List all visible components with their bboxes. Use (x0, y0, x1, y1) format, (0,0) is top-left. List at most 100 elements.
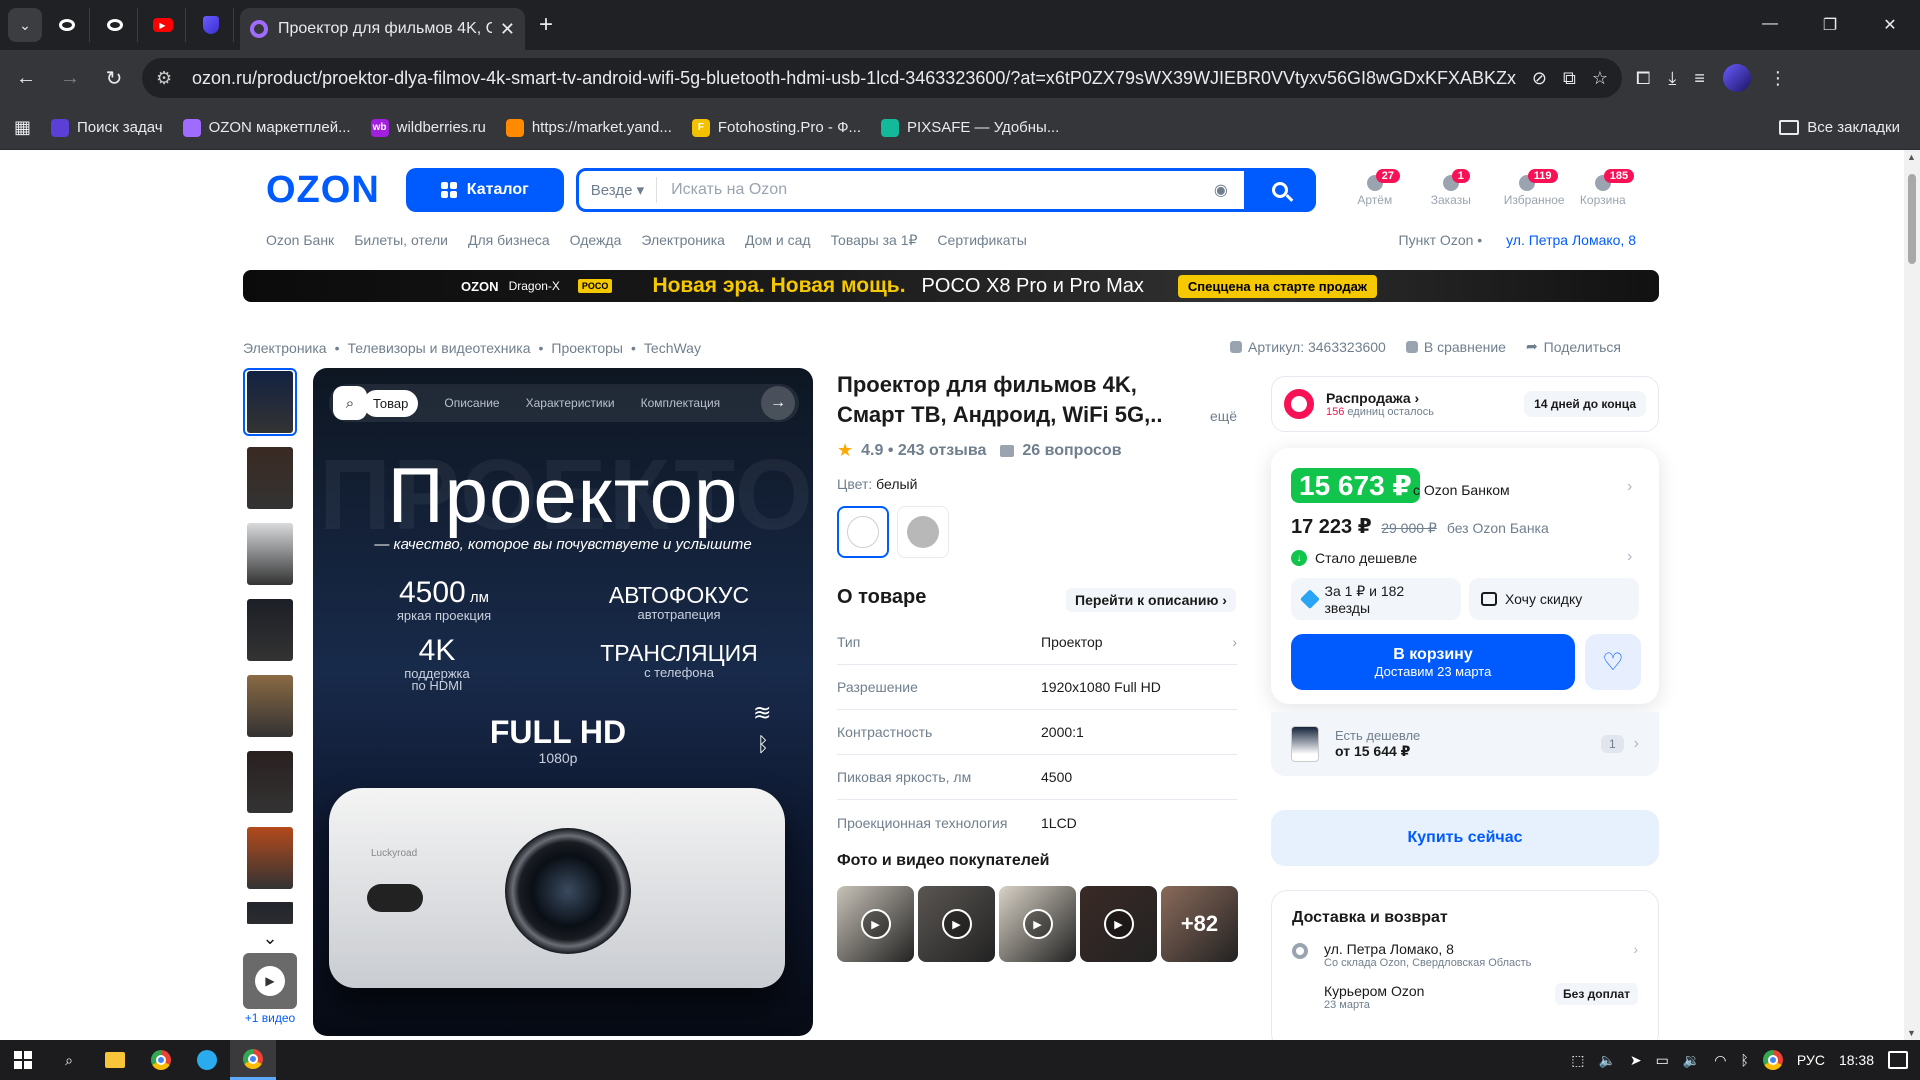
breadcrumb-item[interactable]: Проекторы (551, 340, 623, 356)
subnav-item[interactable]: Товары за 1₽ (831, 232, 918, 249)
next-arrow-icon[interactable]: → (761, 386, 795, 420)
image-tab[interactable]: Описание (444, 396, 499, 410)
subnav-item[interactable]: Для бизнеса (468, 232, 550, 248)
chevron-right-icon[interactable]: › (1627, 478, 1632, 496)
video-thumbnail[interactable]: ▶ (243, 953, 297, 1009)
gallery-thumbnail[interactable] (243, 824, 297, 892)
scroll-up-icon[interactable]: ▲ (1907, 152, 1916, 162)
search-input[interactable]: Искать на Ozon (657, 181, 1214, 199)
scroll-thumb[interactable] (1908, 174, 1916, 264)
bookmark-star-icon[interactable]: ☆ (1592, 68, 1608, 89)
page-scrollbar[interactable]: ▲ ▼ (1904, 150, 1920, 1040)
customer-photo[interactable]: ▶ (999, 886, 1076, 962)
downloads-icon[interactable]: ⤓ (1668, 68, 1676, 89)
catalog-button[interactable]: Каталог (405, 168, 564, 212)
stars-offer-chip[interactable]: За 1 ₽ и 182 звезды (1291, 578, 1461, 620)
main-product-image[interactable]: ПРОЕКТОР ⌕ ТоварОписаниеХарактеристикиКо… (313, 368, 813, 1036)
telegram-tray-icon[interactable]: ➤ (1630, 1052, 1642, 1069)
favorite-heart-icon[interactable]: ♡ (1585, 634, 1641, 690)
breadcrumb-item[interactable]: TechWay (644, 340, 701, 356)
header-favorites-button[interactable]: 119 Избранное (1504, 169, 1565, 207)
gallery-thumbnail[interactable] (243, 368, 297, 436)
profile-avatar[interactable] (1722, 64, 1751, 92)
header-profile-button[interactable]: 27 Артём (1352, 169, 1401, 207)
subnav-item[interactable]: Одежда (570, 232, 622, 248)
menu-kebab-icon[interactable]: ⋮ (1769, 68, 1787, 89)
sale-card[interactable]: Распродажа › 156 единиц осталось 14 дней… (1271, 376, 1659, 432)
address-bar[interactable]: ⚙ ozon.ru/product/proektor-dlya-filmov-4… (142, 58, 1622, 98)
language-indicator[interactable]: РУС (1797, 1052, 1825, 1068)
attribute-value[interactable]: Проектор (1041, 634, 1232, 650)
questions-link[interactable]: 26 вопросов (1022, 442, 1121, 460)
pinned-tab-youtube[interactable]: ▶ (140, 8, 186, 42)
gallery-thumbnail[interactable] (243, 748, 297, 816)
pinned-tab-ozon-1[interactable] (44, 8, 90, 42)
bookmark-item[interactable]: https://market.yand... (505, 118, 672, 137)
gallery-thumbnail[interactable] (243, 900, 297, 926)
reload-icon[interactable]: ↻ (96, 60, 132, 96)
gallery-thumbnail[interactable] (243, 672, 297, 740)
subnav-item[interactable]: Билеты, отели (354, 232, 448, 248)
cheaper-offers[interactable]: Есть дешевле от 15 644 ₽ 1 › (1271, 712, 1659, 776)
chevron-right-icon[interactable]: › (1627, 548, 1632, 566)
chrome-taskbar-icon[interactable] (138, 1040, 184, 1080)
close-window-icon[interactable]: ✕ (1860, 15, 1920, 35)
clock[interactable]: 18:38 (1839, 1052, 1874, 1068)
new-tab-button[interactable]: + (539, 11, 553, 39)
price-dropped[interactable]: ↓ Стало дешевле (1291, 550, 1417, 566)
media-control-icon[interactable]: ≡ (1694, 68, 1705, 89)
bookmark-item[interactable]: Поиск задач (51, 118, 163, 137)
ozon-logo[interactable]: OZON (266, 169, 380, 212)
search-button[interactable] (1243, 168, 1316, 212)
apps-grid-icon[interactable]: ▦ (14, 117, 31, 138)
bookmark-item[interactable]: OZON маркетплей... (182, 118, 351, 137)
chrome-active-taskbar-icon[interactable] (230, 1040, 276, 1080)
rating-link[interactable]: 4.9 • 243 отзыва (861, 442, 986, 460)
breadcrumb-item[interactable]: Электроника (243, 340, 327, 356)
promo-banner[interactable]: OZON Dragon-X POCO Новая эра. Новая мощь… (243, 270, 1659, 302)
customer-photo[interactable]: +82 (1161, 886, 1238, 962)
camera-search-icon[interactable]: ◉ (1214, 180, 1228, 200)
back-icon[interactable]: ← (8, 60, 44, 96)
pinned-tab-u[interactable] (188, 8, 234, 42)
install-app-icon[interactable]: ⧉ (1563, 68, 1576, 89)
scroll-down-icon[interactable]: ▼ (1907, 1028, 1916, 1038)
delivery-address-row[interactable]: ул. Петра Ломако, 8 Со склада Ozon, Сверд… (1292, 941, 1638, 969)
site-settings-icon[interactable]: ⚙ (156, 68, 178, 89)
gallery-thumbnail[interactable] (243, 596, 297, 664)
share-button[interactable]: ➦ Поделиться (1526, 338, 1621, 355)
telegram-taskbar-icon[interactable] (184, 1040, 230, 1080)
breadcrumb-item[interactable]: Телевизоры и видеотехника (348, 340, 531, 356)
subnav-item[interactable]: Сертификаты (937, 232, 1026, 248)
chrome-tray-icon[interactable] (1762, 1050, 1783, 1070)
pickup-point[interactable]: Пункт Ozon • ул. Петра Ломако, 8 (1399, 232, 1636, 248)
customer-photo[interactable]: ▶ (918, 886, 995, 962)
header-orders-button[interactable]: 1 Заказы (1428, 169, 1474, 207)
chevron-right-icon[interactable]: › (1232, 634, 1237, 650)
tab-search-chevron-icon[interactable]: ⌄ (8, 8, 42, 42)
bookmark-item[interactable]: F Fotohosting.Pro - Ф... (691, 118, 861, 137)
forward-icon[interactable]: → (52, 60, 88, 96)
title-more-link[interactable]: ещё (1210, 408, 1237, 424)
subnav-item[interactable]: Ozon Банк (266, 232, 334, 248)
customer-photo[interactable]: ▶ (1080, 886, 1157, 962)
wifi-tray-icon[interactable]: ◠ (1714, 1052, 1726, 1069)
add-to-cart-button[interactable]: В корзину Доставим 23 марта (1291, 634, 1575, 690)
extensions-icon[interactable]: ⧠ (1636, 68, 1650, 89)
compare-button[interactable]: В сравнение (1405, 338, 1506, 355)
image-tab[interactable]: Комплектация (641, 396, 721, 410)
header-cart-button[interactable]: 185 Корзина (1580, 169, 1635, 207)
subnav-item[interactable]: Дом и сад (745, 232, 811, 248)
image-tab[interactable]: Характеристики (526, 396, 615, 410)
minimize-icon[interactable]: — (1740, 15, 1800, 35)
bookmark-item[interactable]: PIXSAFE — Удобны... (881, 118, 1059, 137)
all-bookmarks[interactable]: Все закладки (1779, 119, 1900, 136)
gallery-thumbnail[interactable] (243, 444, 297, 512)
restore-icon[interactable]: ❐ (1800, 15, 1860, 35)
video-caption[interactable]: +1 видео (243, 1011, 297, 1025)
thumbnails-down-chevron-icon[interactable]: ⌄ (243, 928, 297, 949)
search-taskbar-icon[interactable]: ⌕ (46, 1040, 92, 1080)
volume-icon[interactable]: 🔉 (1683, 1052, 1700, 1069)
search-scope-select[interactable]: Везде ▾ (579, 177, 658, 203)
pinned-tab-ozon-2[interactable] (92, 8, 138, 42)
